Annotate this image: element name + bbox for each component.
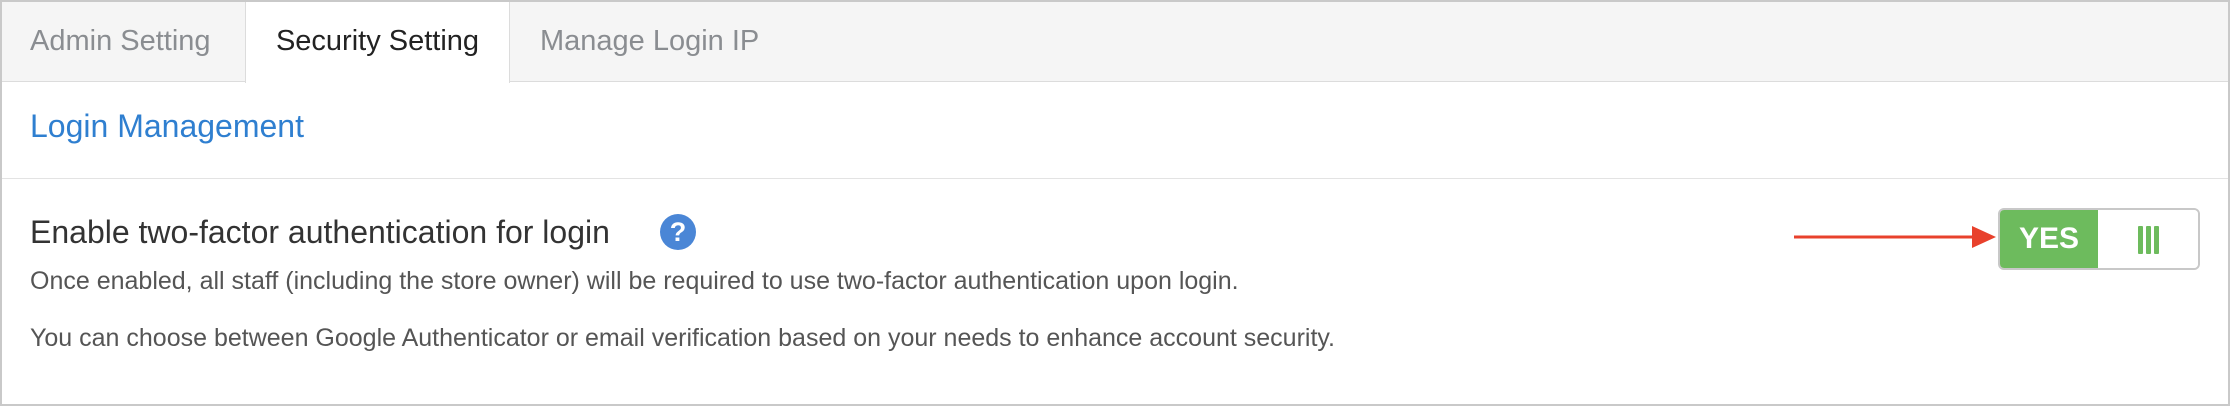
section-title: Login Management bbox=[30, 108, 304, 144]
tab-security-setting[interactable]: Security Setting bbox=[245, 2, 510, 83]
toggle-handle[interactable] bbox=[2098, 210, 2198, 268]
tab-bar: Admin Setting Security Setting Manage Lo… bbox=[2, 2, 2228, 83]
question-circle-icon[interactable]: ? bbox=[660, 214, 696, 250]
setting-description-2: You can choose between Google Authentica… bbox=[30, 324, 1336, 352]
setting-description-1: Once enabled, all staff (including the s… bbox=[30, 267, 1239, 295]
tab-admin-setting[interactable]: Admin Setting bbox=[30, 2, 211, 81]
setting-title: Enable two-factor authentication for log… bbox=[30, 214, 610, 250]
settings-panel: Admin Setting Security Setting Manage Lo… bbox=[0, 0, 2230, 406]
toggle-on-label: YES bbox=[2000, 210, 2098, 268]
red-arrow-icon bbox=[1794, 226, 1996, 248]
tab-manage-login-ip[interactable]: Manage Login IP bbox=[540, 2, 759, 81]
section-divider bbox=[2, 178, 2228, 179]
two-factor-toggle[interactable]: YES bbox=[1998, 208, 2200, 270]
